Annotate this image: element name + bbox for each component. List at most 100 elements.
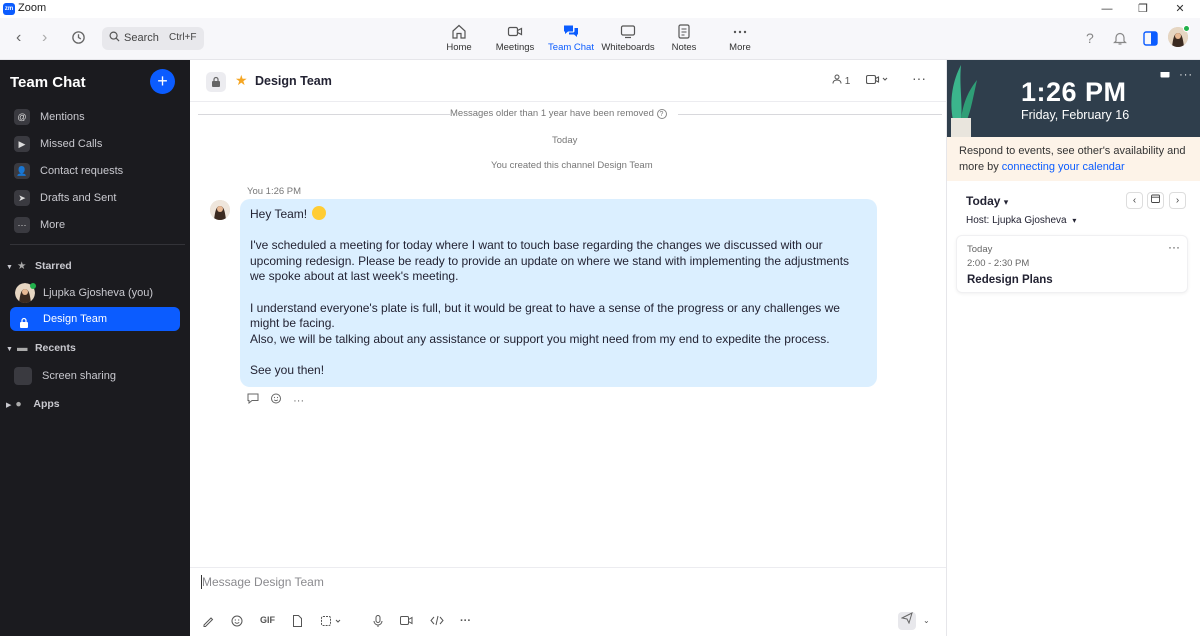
message-paragraph: Also, we will be talking about any assis…	[250, 331, 830, 346]
contact-icon: 👤	[14, 163, 30, 179]
at-sign-icon: @	[14, 109, 30, 125]
event-card[interactable]: Today 2:00 - 2:30 PM Redesign Plans ···	[956, 235, 1188, 293]
today-dropdown[interactable]: Today ▾	[966, 194, 1008, 208]
format-text-icon[interactable]	[202, 615, 214, 630]
lock-icon[interactable]	[206, 72, 226, 92]
event-name: Redesign Plans	[967, 274, 1053, 286]
sidebar-item-design-team[interactable]: Design Team	[10, 307, 180, 331]
page-title[interactable]: Design Team	[255, 74, 332, 88]
tab-more-label: More	[729, 42, 751, 53]
event-time: 2:00 - 2:30 PM	[967, 258, 1030, 269]
sidebar-item-contact-requests[interactable]: 👤 Contact requests	[10, 160, 180, 182]
composer-placeholder[interactable]: Message Design Team	[202, 575, 324, 589]
forward-arrow-icon[interactable]: ›	[42, 29, 47, 47]
calendar-icon[interactable]	[1160, 69, 1173, 81]
clock-date: Friday, February 16	[1021, 108, 1130, 122]
help-icon[interactable]: ?	[656, 109, 667, 119]
search-shortcut: Ctrl+F	[169, 32, 197, 43]
previous-day-button[interactable]: ‹	[1126, 192, 1143, 209]
section-starred[interactable]: ▼ ★ Starred	[6, 260, 72, 272]
sidebar-item-self[interactable]: Ljupka Gjosheva (you)	[10, 282, 180, 304]
more-options-icon[interactable]: ···	[1179, 69, 1193, 81]
file-attach-icon[interactable]	[292, 615, 303, 630]
tab-team-chat-label: Team Chat	[548, 42, 594, 53]
top-navigation: ‹ › Search Ctrl+F Home Meetings Team Cha…	[0, 18, 1200, 60]
screenshot-icon[interactable]	[321, 615, 343, 630]
video-call-button[interactable]	[865, 74, 888, 88]
send-options-chevron-icon[interactable]: ⌄	[923, 616, 930, 625]
close-window-button[interactable]: ✕	[1170, 0, 1190, 18]
video-camera-icon	[865, 74, 888, 85]
event-more-icon[interactable]: ···	[1168, 240, 1180, 254]
send-button[interactable]	[898, 612, 916, 630]
message-sender: You	[247, 186, 264, 197]
old-messages-notice: Messages older than 1 year have been rem…	[450, 108, 667, 119]
host-label: Host: Ljupka Gjosheva	[966, 215, 1067, 226]
apps-bubble-icon: ●	[15, 398, 22, 410]
reply-icon[interactable]	[247, 393, 262, 407]
history-icon[interactable]	[71, 30, 86, 48]
help-icon[interactable]: ?	[1086, 30, 1094, 46]
section-apps-label: Apps	[33, 398, 60, 410]
avatar[interactable]	[1168, 25, 1190, 47]
host-filter-dropdown[interactable]: Host: Ljupka Gjosheva ▾	[966, 215, 1076, 226]
message-actions: ···	[247, 392, 312, 407]
more-actions-icon[interactable]: ···	[293, 395, 304, 407]
tab-whiteboards-label: Whiteboards	[601, 42, 655, 53]
divider-line	[198, 114, 450, 115]
more-tools-icon[interactable]: ···	[460, 615, 471, 627]
tab-team-chat[interactable]: Team Chat	[542, 24, 600, 53]
collapse-caret-icon: ▼	[6, 346, 13, 353]
emoji-icon[interactable]	[231, 615, 243, 630]
code-snippet-icon[interactable]	[430, 615, 444, 629]
next-day-button[interactable]: ›	[1169, 192, 1186, 209]
tab-notes[interactable]: Notes	[655, 24, 713, 53]
app-name: Zoom	[18, 2, 47, 14]
message-bubble[interactable]: Hey Team! I've scheduled a meeting for t…	[240, 199, 877, 387]
microphone-icon[interactable]	[373, 615, 383, 630]
title-bar: zm Zoom — ❐ ✕	[0, 0, 1200, 18]
online-status-dot	[1183, 25, 1190, 32]
new-chat-button[interactable]: +	[150, 69, 175, 94]
tab-meetings[interactable]: Meetings	[486, 24, 544, 53]
search-bar[interactable]: Search Ctrl+F	[102, 27, 204, 50]
message-composer[interactable]: Message Design Team GIF ··· ⌄	[190, 567, 946, 636]
calendar-header-icons: ···	[1160, 68, 1193, 81]
lock-icon	[19, 313, 29, 337]
more-icon: ···	[14, 217, 30, 233]
sidebar-item-label: Screen sharing	[42, 370, 116, 382]
section-recents[interactable]: ▼ ▬ Recents	[6, 342, 76, 354]
avatar[interactable]	[210, 200, 230, 220]
gif-button[interactable]: GIF	[260, 615, 275, 625]
section-starred-label: Starred	[34, 260, 72, 272]
tab-more[interactable]: More	[711, 24, 769, 53]
calendar-picker-button[interactable]	[1147, 192, 1164, 209]
member-count-button[interactable]: 1	[832, 74, 850, 87]
sidebar-item-more[interactable]: ··· More	[10, 214, 180, 236]
bell-icon[interactable]	[1113, 31, 1127, 49]
sidebar-item-missed-calls[interactable]: ▶ Missed Calls	[10, 133, 180, 155]
tab-whiteboards[interactable]: Whiteboards	[599, 24, 657, 53]
minimize-button[interactable]: —	[1097, 0, 1117, 18]
restore-button[interactable]: ❐	[1133, 0, 1153, 18]
back-arrow-icon[interactable]: ‹	[16, 29, 21, 47]
sidebar-title: Team Chat	[10, 74, 86, 91]
sidebar-item-screen-sharing[interactable]: Screen sharing	[10, 365, 180, 387]
sidebar-item-label: Drafts and Sent	[40, 192, 117, 204]
person-icon	[832, 74, 842, 84]
section-apps[interactable]: ▶ ● Apps	[6, 398, 60, 410]
message-closing: See you then!	[250, 362, 325, 377]
add-reaction-icon[interactable]	[270, 393, 285, 407]
connect-calendar-link[interactable]: connecting your calendar	[1002, 161, 1125, 173]
expand-caret-icon: ▶	[6, 402, 12, 409]
star-icon[interactable]: ★	[235, 72, 248, 89]
more-options-icon[interactable]: ···	[912, 70, 926, 86]
tab-home-label: Home	[446, 42, 472, 53]
tab-home[interactable]: Home	[430, 24, 488, 53]
sidebar-item-drafts-and-sent[interactable]: ➤ Drafts and Sent	[10, 187, 180, 209]
sidebar-item-mentions[interactable]: @ Mentions	[10, 106, 180, 128]
video-message-icon[interactable]	[400, 615, 413, 629]
side-panel-toggle-icon[interactable]	[1143, 31, 1158, 49]
whiteboard-icon	[620, 25, 636, 39]
notes-icon	[678, 24, 690, 39]
